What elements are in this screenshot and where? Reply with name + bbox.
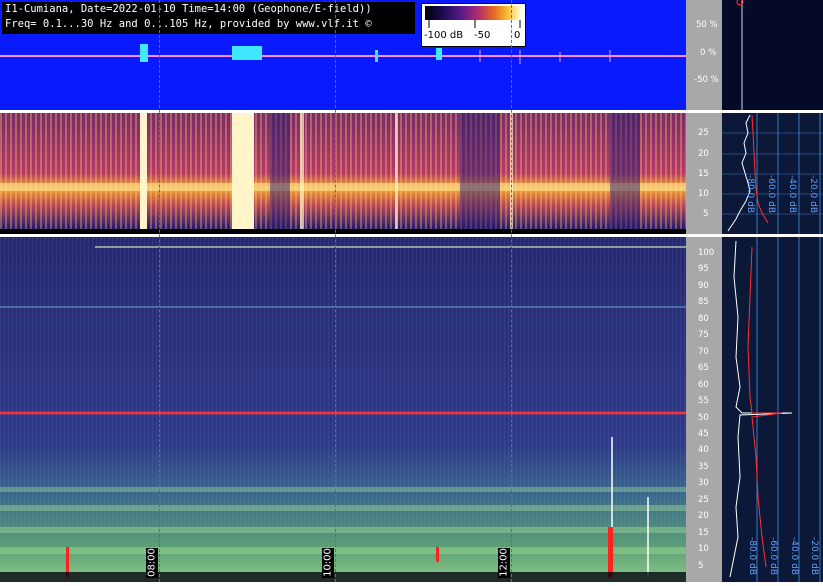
time-label: 08:00	[146, 548, 158, 578]
axis-tick: 70	[698, 346, 709, 357]
colorbar-ticks	[428, 20, 521, 28]
side-panel-top	[722, 0, 823, 110]
time-marker-line	[159, 0, 160, 582]
colorbar-label-min: -100 dB	[424, 30, 464, 41]
axis-tick: 75	[698, 330, 709, 341]
side-high-plot	[729, 237, 821, 582]
axis-tick: 85	[698, 297, 709, 308]
axis-tick: 15	[698, 169, 709, 179]
colorbar-gradient	[425, 6, 521, 20]
spectrogram-high-freq	[0, 237, 686, 582]
axis-tick: 50	[698, 412, 709, 423]
side-db-label: -40.0 dB	[789, 537, 799, 576]
colorbar-label-max: 0	[514, 30, 521, 41]
axis-tick: 25	[698, 128, 709, 138]
axis-tick: 25	[698, 494, 709, 505]
axis-tick: 15	[698, 527, 709, 538]
axis-tick: 5	[703, 209, 709, 219]
title-line1: I1-Cumiana, Date=2022-01-10 Time=14:00 (…	[5, 3, 372, 15]
colorbar-label-mid: -50	[474, 30, 491, 41]
axis-tick: 30	[698, 478, 709, 489]
axis-tick: 10	[698, 189, 709, 199]
time-label: 10:00	[322, 548, 334, 578]
spectrogram-low-axis: 25 20 15 10 5	[686, 113, 722, 234]
axis-tick: 20	[698, 511, 709, 522]
spectrogram-low-plot	[0, 113, 686, 234]
side-db-label: -80.0 dB	[745, 175, 755, 214]
axis-tick: 40	[698, 445, 709, 456]
side-db-label: -40.0 dB	[787, 175, 797, 214]
side-panel-high-freq: -80.0 dB -60.0 dB -40.0 dB -20.0 dB	[722, 237, 823, 582]
axis-tick: -50 %	[694, 75, 719, 85]
side-db-label: -60.0 dB	[766, 175, 776, 214]
axis-tick: 95	[698, 264, 709, 275]
side-top-plot	[736, 0, 744, 110]
title-box: I1-Cumiana, Date=2022-01-10 Time=14:00 (…	[2, 2, 415, 34]
waveform-panel: I1-Cumiana, Date=2022-01-10 Time=14:00 (…	[0, 0, 686, 110]
axis-tick: 20	[698, 149, 709, 159]
axis-tick: 65	[698, 363, 709, 374]
spectrogram-high-axis: 100 95 90 85 80 75 70 65 60 55 50 45 40 35 30 25 20 15 10 5	[686, 237, 722, 582]
axis-tick: 55	[698, 396, 709, 407]
axis-tick: 100	[698, 248, 715, 258]
axis-tick: 10	[698, 544, 709, 555]
side-low-plot	[722, 113, 823, 234]
axis-tick: 35	[698, 461, 709, 472]
side-db-label: -60.0 dB	[768, 537, 778, 576]
axis-tick: 80	[698, 313, 709, 324]
time-label: 12:00	[498, 548, 510, 578]
axis-tick: 60	[698, 379, 709, 390]
axis-tick: 50 %	[696, 20, 718, 30]
spectrogram-low-freq	[0, 113, 686, 234]
waveform-axis: 50 % 0 % -50 %	[686, 0, 722, 110]
side-panel-low-freq: -80.0 dB -60.0 dB -40.0 dB -20.0 dB	[722, 113, 823, 234]
side-db-label: -80.0 dB	[747, 537, 757, 576]
title-line2: Freq= 0.1...30 Hz and 0...105 Hz, provid…	[5, 18, 372, 30]
spectrogram-high-plot	[0, 237, 686, 582]
axis-tick: 45	[698, 428, 709, 439]
axis-tick: 0 %	[700, 48, 717, 58]
axis-tick: 5	[698, 560, 704, 571]
time-marker-line	[335, 0, 336, 582]
side-db-label: -20.0 dB	[809, 537, 819, 576]
side-db-label: -20.0 dB	[808, 175, 818, 214]
time-marker-line	[511, 0, 512, 582]
axis-tick: 90	[698, 280, 709, 291]
